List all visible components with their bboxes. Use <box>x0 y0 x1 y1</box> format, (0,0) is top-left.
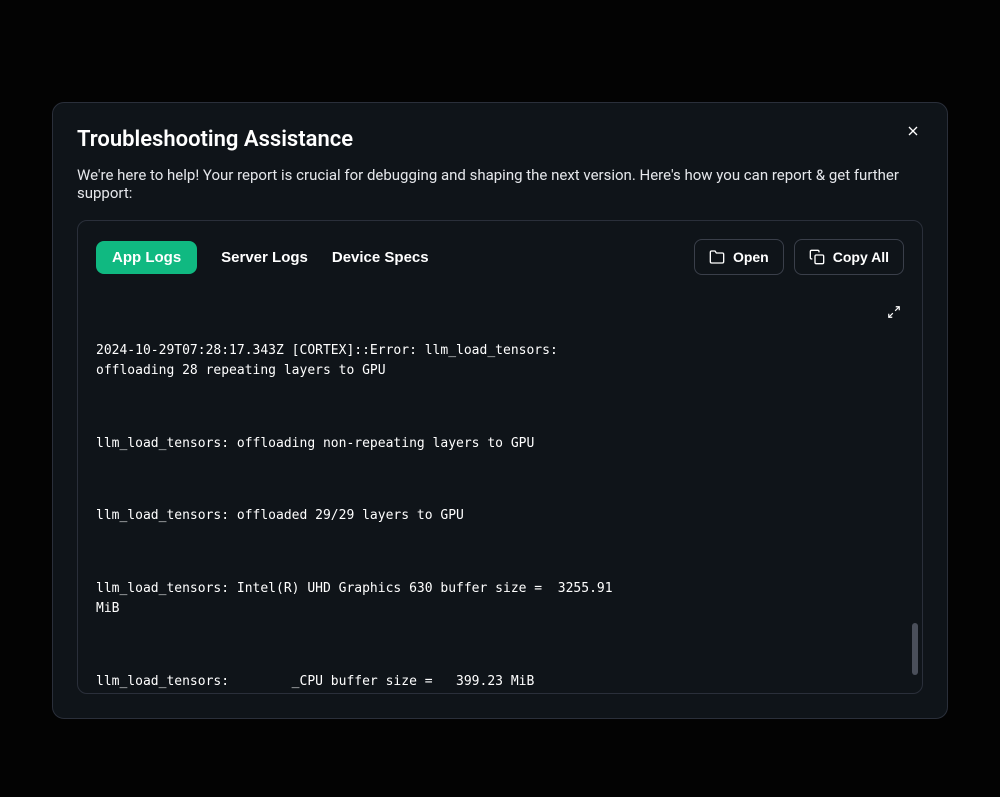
log-line: llm_load_tensors: offloaded 29/29 layers… <box>96 506 616 527</box>
expand-button[interactable] <box>884 303 904 323</box>
log-line: llm_load_tensors: _CPU buffer size = 399… <box>96 672 616 693</box>
copy-all-label: Copy All <box>833 249 889 265</box>
tab-server-logs[interactable]: Server Logs <box>221 241 308 274</box>
tab-app-logs[interactable]: App Logs <box>96 241 197 274</box>
expand-icon <box>887 305 901 319</box>
folder-icon <box>709 249 725 265</box>
troubleshooting-modal: Troubleshooting Assistance We're here to… <box>52 102 948 719</box>
scrollbar[interactable] <box>912 299 918 683</box>
tabs: App Logs Server Logs Device Specs <box>96 241 429 274</box>
toolbar: App Logs Server Logs Device Specs Open C <box>78 221 922 289</box>
log-line: llm_load_tensors: offloading non-repeati… <box>96 434 616 455</box>
actions: Open Copy All <box>694 239 904 275</box>
modal-header: Troubleshooting Assistance <box>77 127 923 152</box>
scrollbar-thumb[interactable] <box>912 623 918 675</box>
tab-device-specs[interactable]: Device Specs <box>332 241 429 274</box>
logs-panel: App Logs Server Logs Device Specs Open C <box>77 220 923 694</box>
modal-subtitle: We're here to help! Your report is cruci… <box>77 166 923 202</box>
log-line: llm_load_tensors: Intel(R) UHD Graphics … <box>96 579 616 621</box>
log-line: 2024-10-29T07:28:17.343Z [CORTEX]::Error… <box>96 341 616 383</box>
modal-title: Troubleshooting Assistance <box>77 127 353 152</box>
log-area[interactable]: 2024-10-29T07:28:17.343Z [CORTEX]::Error… <box>78 289 922 693</box>
open-button[interactable]: Open <box>694 239 784 275</box>
log-content: 2024-10-29T07:28:17.343Z [CORTEX]::Error… <box>96 299 616 693</box>
copy-icon <box>809 249 825 265</box>
close-icon <box>905 123 921 139</box>
close-button[interactable] <box>903 121 923 141</box>
open-label: Open <box>733 249 769 265</box>
copy-all-button[interactable]: Copy All <box>794 239 904 275</box>
